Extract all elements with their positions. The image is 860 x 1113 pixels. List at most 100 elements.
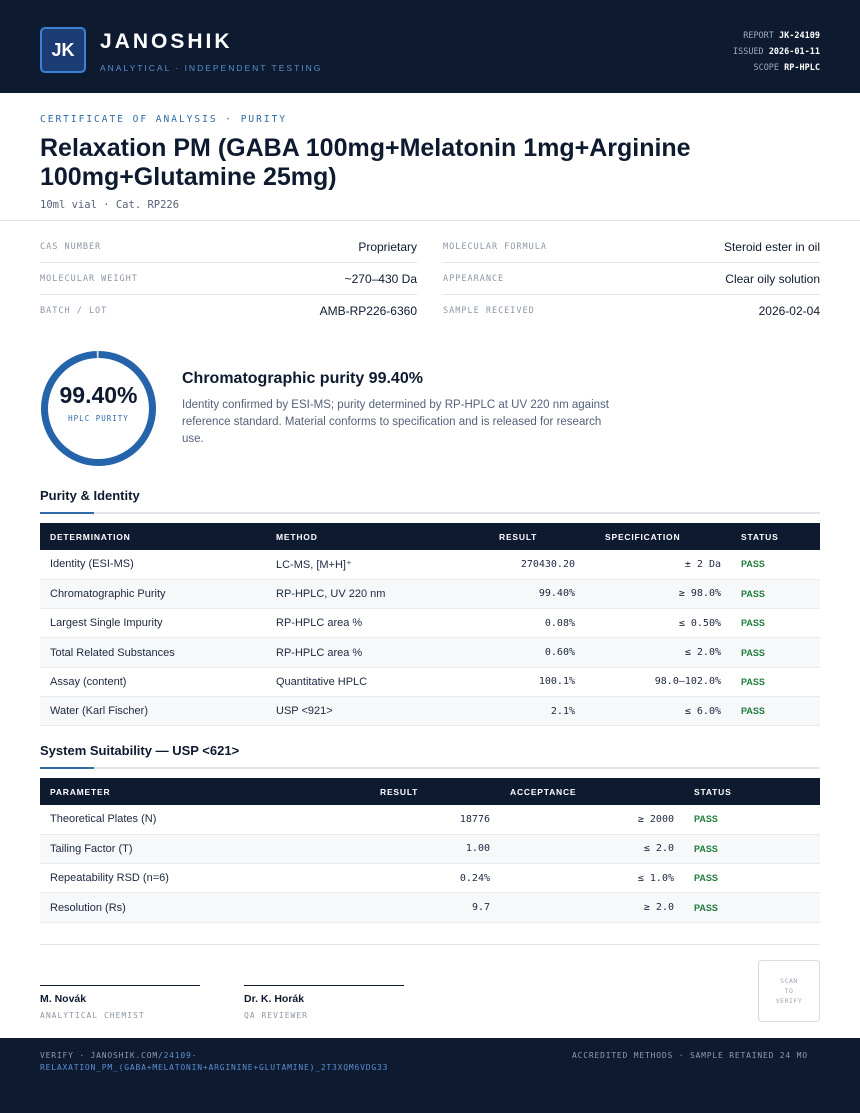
info-value: Clear oily solution bbox=[725, 271, 820, 286]
qr-text: VERIFY bbox=[775, 997, 803, 1005]
cell-result: 99.40% bbox=[441, 579, 585, 610]
report-id-line: REPORT JK-24109 bbox=[733, 28, 820, 44]
cell-method: LC-MS, [M+H]⁺ bbox=[266, 550, 441, 580]
report-meta: REPORT JK-24109 ISSUED 2026-01-11 SCOPE … bbox=[733, 28, 820, 76]
brand-name: JANOSHIK bbox=[100, 30, 233, 53]
document-eyebrow: CERTIFICATE OF ANALYSIS · PURITY bbox=[40, 114, 288, 125]
table-row: Resolution (Rs) 9.7 ≥ 2.0 PASS bbox=[40, 892, 820, 923]
cell-result: 9.7 bbox=[340, 892, 500, 923]
cell-acceptance: ≤ 2.0 bbox=[500, 834, 684, 865]
status-badge: PASS bbox=[684, 863, 820, 894]
info-label: MOLECULAR FORMULA bbox=[443, 241, 547, 252]
qr-text: SCAN bbox=[780, 977, 798, 985]
signature-name: M. Novák bbox=[40, 993, 87, 1005]
signature-role: ANALYTICAL CHEMIST bbox=[40, 1011, 145, 1020]
column-header: METHOD bbox=[276, 531, 318, 542]
cell-determination: Assay (content) bbox=[40, 667, 266, 697]
purity-table: DETERMINATION METHOD RESULT SPECIFICATIO… bbox=[40, 523, 820, 727]
status-badge: PASS bbox=[684, 834, 820, 865]
report-label: REPORT bbox=[743, 31, 774, 41]
cell-determination: Chromatographic Purity bbox=[40, 579, 266, 610]
section-heading-purity: Purity & Identity bbox=[40, 488, 140, 503]
column-header: ACCEPTANCE bbox=[510, 786, 577, 797]
column-header: RESULT bbox=[499, 531, 538, 542]
section-rule-accent bbox=[40, 512, 94, 514]
signature-role: QA REVIEWER bbox=[244, 1011, 308, 1020]
info-value: ~270–430 Da bbox=[344, 271, 417, 286]
brand-tagline: ANALYTICAL · INDEPENDENT TESTING bbox=[100, 63, 323, 73]
cell-parameter: Tailing Factor (T) bbox=[40, 834, 340, 865]
cell-acceptance: ≤ 1.0% bbox=[500, 863, 684, 894]
table-header-row: PARAMETER RESULT ACCEPTANCE STATUS bbox=[40, 778, 820, 805]
column-header: PARAMETER bbox=[50, 786, 111, 797]
signature-block: M. Novák ANALYTICAL CHEMIST bbox=[40, 985, 200, 1020]
cell-result: 2.1% bbox=[441, 696, 585, 727]
cell-method: USP <921> bbox=[266, 696, 441, 727]
status-badge: PASS bbox=[731, 696, 820, 727]
purity-description: Identity confirmed by ESI-MS; purity det… bbox=[182, 399, 609, 445]
logo: JK bbox=[40, 27, 86, 73]
info-value: 2026-02-04 bbox=[758, 304, 820, 318]
qr-code-placeholder[interactable]: SCAN TO VERIFY bbox=[758, 960, 820, 1022]
cell-specification: ± 2 Da bbox=[585, 550, 731, 580]
section-rule bbox=[40, 512, 820, 514]
section-heading-suitability: System Suitability — USP <621> bbox=[40, 743, 240, 758]
table-row: Largest Single Impurity RP-HPLC area % 0… bbox=[40, 608, 820, 639]
cell-parameter: Repeatability RSD (n=6) bbox=[40, 863, 340, 894]
column-header: RESULT bbox=[380, 786, 419, 797]
table-row: Theoretical Plates (N) 18776 ≥ 2000 PASS bbox=[40, 805, 820, 835]
cell-acceptance: ≥ 2000 bbox=[500, 805, 684, 835]
info-label: MOLECULAR WEIGHT bbox=[40, 273, 138, 284]
report-value: JK-24109 bbox=[779, 31, 820, 41]
verify-line: VERIFY · JANOSHIK.COM/24109-RELAXATION_P… bbox=[40, 1050, 440, 1074]
info-column-left: CAS NUMBER Proprietary MOLECULAR WEIGHT … bbox=[40, 231, 417, 327]
cell-parameter: Resolution (Rs) bbox=[40, 892, 340, 923]
status-badge: PASS bbox=[684, 892, 820, 923]
status-badge: PASS bbox=[731, 667, 820, 697]
info-value: AMB-RP226-6360 bbox=[319, 304, 417, 318]
cell-specification: ≤ 0.50% bbox=[585, 608, 731, 639]
verify-prefix: VERIFY · JANOSHIK.COM/ bbox=[40, 1051, 164, 1060]
info-row: APPEARANCE Clear oily solution bbox=[443, 263, 820, 295]
purity-value: 99.40% bbox=[59, 382, 138, 408]
header-bar: JK JANOSHIK ANALYTICAL · INDEPENDENT TES… bbox=[0, 0, 860, 93]
purity-heading: Chromatographic purity 99.40% bbox=[182, 370, 423, 387]
cell-method: RP-HPLC, UV 220 nm bbox=[266, 579, 441, 610]
issued-label: ISSUED bbox=[732, 47, 764, 57]
cell-determination: Water (Karl Fischer) bbox=[40, 696, 266, 727]
column-header: DETERMINATION bbox=[50, 531, 131, 542]
info-row: BATCH / LOT AMB-RP226-6360 bbox=[40, 295, 417, 327]
status-badge: PASS bbox=[731, 579, 820, 610]
scope-value: RP-HPLC bbox=[784, 63, 820, 73]
info-label: SAMPLE RECEIVED bbox=[443, 306, 535, 316]
cell-method: Quantitative HPLC bbox=[266, 667, 441, 697]
cell-specification: 98.0–102.0% bbox=[585, 667, 731, 697]
table-header-row: DETERMINATION METHOD RESULT SPECIFICATIO… bbox=[40, 523, 820, 550]
cell-result: 18776 bbox=[340, 805, 500, 835]
cell-result: 1.00 bbox=[340, 834, 500, 865]
info-value: Proprietary bbox=[358, 239, 417, 254]
status-badge: PASS bbox=[731, 550, 820, 580]
divider bbox=[40, 944, 820, 945]
info-row: SAMPLE RECEIVED 2026-02-04 bbox=[443, 295, 820, 327]
cell-specification: ≤ 6.0% bbox=[585, 696, 731, 727]
signature-name: Dr. K. Horák bbox=[244, 993, 305, 1005]
cell-acceptance: ≥ 2.0 bbox=[500, 892, 684, 923]
document-subtitle: 10ml vial · Cat. RP226 bbox=[40, 199, 180, 211]
issued-value: 2026-01-11 bbox=[768, 47, 820, 57]
cell-parameter: Theoretical Plates (N) bbox=[40, 805, 340, 835]
table-row: Identity (ESI-MS) LC-MS, [M+H]⁺ 270430.2… bbox=[40, 550, 820, 580]
column-header: STATUS bbox=[741, 531, 779, 542]
cell-result: 0.08% bbox=[441, 608, 585, 639]
section-rule bbox=[40, 767, 820, 769]
status-badge: PASS bbox=[684, 805, 820, 835]
cell-determination: Largest Single Impurity bbox=[40, 608, 266, 639]
status-badge: PASS bbox=[731, 637, 820, 668]
info-row: MOLECULAR FORMULA Steroid ester in oil bbox=[443, 231, 820, 263]
cell-method: RP-HPLC area % bbox=[266, 608, 441, 639]
info-row: MOLECULAR WEIGHT ~270–430 Da bbox=[40, 263, 417, 295]
column-header: SPECIFICATION bbox=[605, 531, 681, 542]
status-badge: PASS bbox=[731, 608, 820, 639]
cell-result: 0.24% bbox=[340, 863, 500, 894]
section-rule-accent bbox=[40, 767, 94, 769]
